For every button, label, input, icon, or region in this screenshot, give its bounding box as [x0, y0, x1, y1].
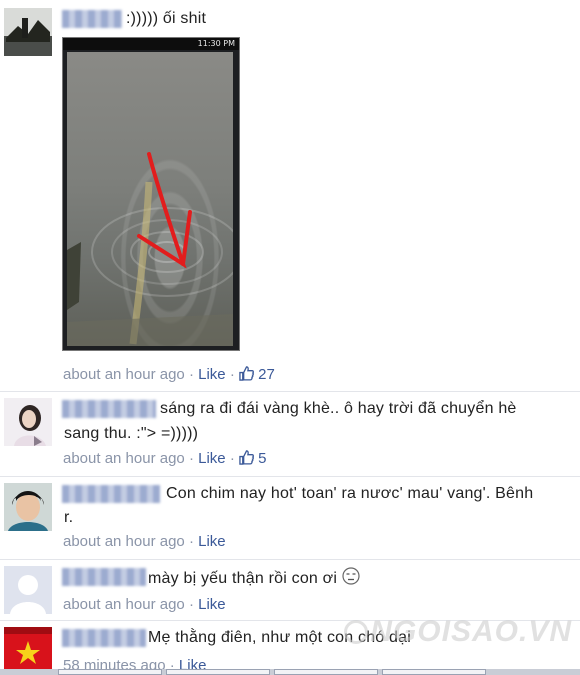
comment-text: Con chim nay hot' toan' ra nươc' mau' va…: [166, 485, 534, 502]
comment-3: Con chim nay hot' toan' ra nươc' mau' va…: [0, 477, 580, 559]
taskbar-tab[interactable]: [274, 669, 378, 675]
comment-text-body: mày bị yếu thận rồi con ơi: [148, 570, 338, 587]
author-name-redacted[interactable]: [62, 10, 122, 28]
taskbar-tab[interactable]: [58, 669, 162, 675]
dot-separator: ·: [188, 596, 194, 613]
timestamp[interactable]: about an hour ago: [63, 366, 185, 383]
avatar[interactable]: [4, 398, 52, 446]
taskbar-tab[interactable]: [382, 669, 486, 675]
avatar-default[interactable]: [4, 566, 52, 614]
attached-photo[interactable]: 11:30 PM: [62, 37, 240, 351]
dot-separator: ·: [229, 450, 235, 467]
comment-text: :))))) ối shit: [126, 10, 207, 27]
like-count[interactable]: 5: [258, 450, 266, 467]
comment-text: mày bị yếu thận rồi con ơi: [148, 567, 360, 591]
timestamp[interactable]: about an hour ago: [63, 596, 185, 613]
comment-1: :))))) ối shit 11:30 PM about an hour ag…: [0, 0, 580, 392]
avatar[interactable]: [4, 483, 52, 531]
thumbs-up-icon[interactable]: [239, 366, 254, 385]
comment-meta: about an hour ago · Like: [63, 596, 226, 613]
comment-text-continued: r.: [64, 509, 74, 526]
water-photo: [67, 52, 233, 346]
timestamp[interactable]: about an hour ago: [63, 533, 185, 550]
dot-separator: ·: [188, 450, 194, 467]
watermark-text: NGOISAO.VN: [370, 615, 572, 648]
thumbs-up-icon[interactable]: [239, 450, 254, 469]
dot-separator: ·: [188, 366, 194, 383]
comment-4: mày bị yếu thận rồi con ơi about an hour…: [0, 560, 580, 620]
comment-text-continued: sang thu. :"> =))))): [64, 425, 199, 442]
avatar[interactable]: [4, 8, 52, 56]
like-count[interactable]: 27: [258, 366, 275, 383]
author-name-redacted[interactable]: [62, 400, 156, 418]
unamused-emoticon-icon: [342, 567, 360, 591]
avatar[interactable]: [4, 627, 52, 675]
site-watermark: NGOISAO.VN: [344, 615, 572, 649]
comment-meta: about an hour ago · Like · 5: [63, 450, 267, 469]
dot-separator: ·: [229, 366, 235, 383]
like-link[interactable]: Like: [198, 366, 226, 383]
like-link[interactable]: Like: [198, 450, 226, 467]
phone-status-bar: 11:30 PM: [63, 38, 239, 50]
like-link[interactable]: Like: [198, 596, 226, 613]
comment-5: Mẹ thằng điên, như một con chó dại 58 mi…: [0, 615, 580, 675]
author-name-redacted[interactable]: [62, 485, 160, 503]
author-name-redacted[interactable]: [62, 629, 146, 647]
taskbar-strip: [0, 669, 580, 675]
timestamp[interactable]: about an hour ago: [63, 450, 185, 467]
phone-clock: 11:30 PM: [197, 39, 235, 48]
comment-meta: about an hour ago · Like · 27: [63, 366, 275, 385]
author-name-redacted[interactable]: [62, 568, 146, 586]
comment-2: sáng ra đi đái vàng khè.. ô hay trời đã …: [0, 392, 580, 476]
dot-separator: ·: [188, 533, 194, 550]
comment-meta: about an hour ago · Like: [63, 533, 226, 550]
comment-text: sáng ra đi đái vàng khè.. ô hay trời đã …: [160, 400, 517, 417]
taskbar-tab[interactable]: [166, 669, 270, 675]
like-link[interactable]: Like: [198, 533, 226, 550]
watermark-logo-icon: [344, 620, 369, 644]
